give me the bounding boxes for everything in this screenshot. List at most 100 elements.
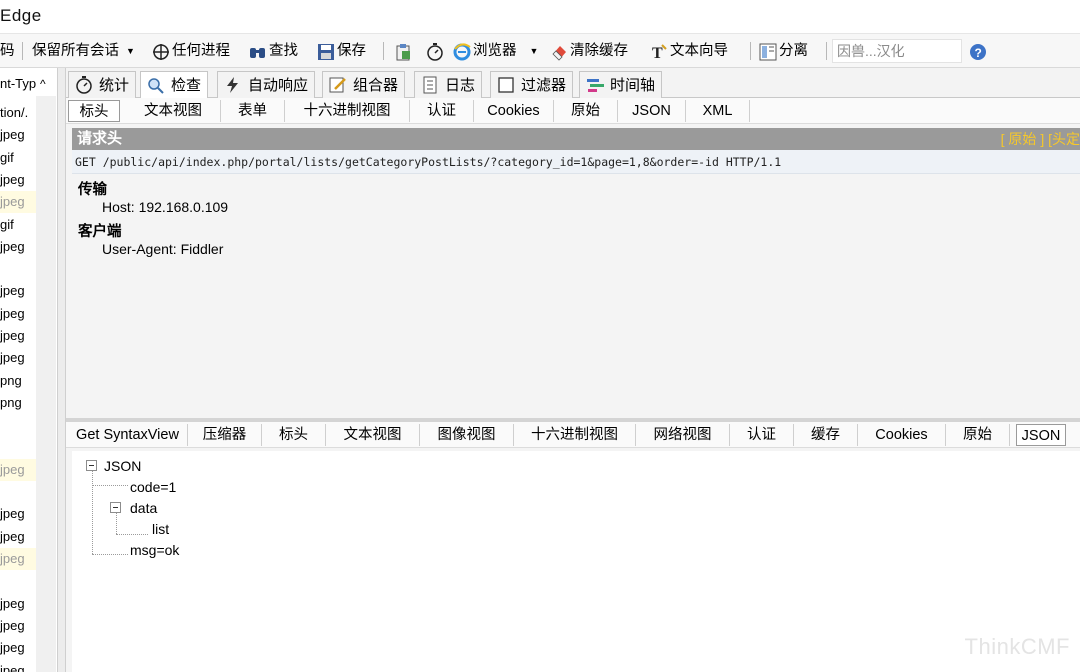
session-row[interactable]: jpeg (0, 458, 36, 481)
help-icon: ? (969, 43, 986, 60)
column-header-label: nt-Typ (0, 76, 37, 91)
header-group-client[interactable]: 客户端 (78, 220, 122, 241)
tree-connector (116, 534, 148, 535)
session-row[interactable]: jpeg (0, 593, 36, 615)
collapse-data-toggle-icon[interactable] (110, 502, 121, 513)
response-tab-get-syntaxview[interactable]: Get SyntaxView (68, 424, 188, 446)
response-tab-transformer[interactable]: 压缩器 (188, 424, 262, 446)
response-tab-imageview[interactable]: 图像视图 (420, 424, 514, 446)
browser-button[interactable]: 浏览器 ▼ (453, 41, 538, 61)
text-wizard-button[interactable]: T 文本向导 (650, 41, 728, 62)
keep-sessions-dropdown[interactable]: 保留所有会话 ▼ (32, 41, 135, 61)
session-row[interactable]: jpeg (0, 637, 36, 659)
watermark-text: ThinkCMF (964, 634, 1070, 659)
tab-statistics[interactable]: 统计 (68, 71, 137, 98)
tab-log[interactable]: 日志 (414, 71, 483, 98)
request-tab-auth[interactable]: 认证 (410, 100, 474, 122)
find-button[interactable]: 查找 (249, 41, 298, 61)
session-row[interactable]: jpeg (0, 303, 36, 325)
session-row[interactable]: jpeg (0, 503, 36, 525)
response-tab-caching[interactable]: 缓存 (794, 424, 858, 446)
clear-cache-button[interactable]: 清除缓存 (550, 41, 628, 61)
toolbar-item-code[interactable]: 码 (0, 41, 15, 61)
response-tab-raw[interactable]: 原始 (946, 424, 1010, 446)
response-tab-json[interactable]: JSON (1016, 424, 1066, 446)
eraser-icon (550, 43, 567, 61)
composer-icon (329, 76, 347, 94)
session-row[interactable]: jpeg (0, 615, 36, 637)
tree-connector (92, 485, 128, 486)
response-tab-hexview[interactable]: 十六进制视图 (514, 424, 636, 446)
session-row[interactable] (0, 570, 36, 592)
request-tab-xml[interactable]: XML (686, 100, 750, 122)
json-tree: JSON code=1 data list msg=ok (72, 451, 1080, 672)
request-tab-webforms[interactable]: 表单 (221, 100, 285, 122)
tab-autoresponder[interactable]: 自动响应 (217, 71, 316, 98)
help-button[interactable]: ? (969, 41, 986, 61)
tree-node-list[interactable]: list (152, 520, 169, 538)
save-icon (317, 43, 334, 60)
tree-node-json-root[interactable]: JSON (104, 457, 141, 475)
session-row[interactable]: gif (0, 147, 36, 169)
request-tab-hexview[interactable]: 十六进制视图 (285, 100, 410, 122)
session-row[interactable]: jpeg (0, 169, 36, 191)
collapse-json-toggle-icon[interactable] (86, 460, 97, 471)
request-tab-raw[interactable]: 原始 (554, 100, 618, 122)
session-row[interactable]: jpeg (0, 124, 36, 146)
request-tab-headers[interactable]: 标头 (68, 100, 120, 122)
header-host[interactable]: Host: 192.168.0.109 (102, 199, 228, 215)
request-tab-cookies[interactable]: Cookies (474, 100, 554, 122)
session-row[interactable]: jpeg (0, 325, 36, 347)
session-row[interactable]: png (0, 370, 36, 392)
clipboard-button[interactable] (394, 41, 411, 61)
session-row[interactable] (0, 414, 36, 436)
tree-node-code[interactable]: code=1 (130, 478, 176, 496)
any-process-button[interactable]: 任何进程 (152, 41, 230, 61)
toolbar-separator (22, 42, 23, 60)
session-list-scrollbar[interactable] (36, 96, 56, 672)
crosshair-icon (152, 43, 169, 60)
pane-splitter[interactable] (58, 68, 66, 672)
tree-connector (92, 470, 93, 554)
save-button[interactable]: 保存 (317, 41, 366, 61)
tree-node-msg[interactable]: msg=ok (130, 541, 179, 559)
session-row[interactable]: tion/. (0, 102, 36, 124)
response-json-panel: JSON code=1 data list msg=ok (66, 448, 1080, 672)
raw-header-definitions-links[interactable]: [ 原始 ] [头定 (1001, 129, 1080, 149)
content-type-column-header[interactable]: nt-Typ ^ (0, 74, 57, 96)
request-tab-json[interactable]: JSON (618, 100, 686, 122)
lightning-icon (224, 76, 242, 94)
session-list: nt-Typ ^ tion/. jpeg gif jpeg jpeg gif jpeg jpe… (0, 68, 58, 672)
response-tab-cookies[interactable]: Cookies (858, 424, 946, 446)
session-row[interactable]: jpeg (0, 347, 36, 369)
session-row[interactable]: jpeg (0, 548, 36, 570)
tab-inspectors[interactable]: 检查 (140, 71, 209, 99)
tab-timeline[interactable]: 时间轴 (579, 71, 663, 98)
tree-node-data[interactable]: data (130, 499, 157, 517)
session-row[interactable]: jpeg (0, 191, 36, 214)
session-row[interactable]: gif (0, 214, 36, 236)
response-tab-auth[interactable]: 认证 (730, 424, 794, 446)
tab-filters[interactable]: 过滤器 (490, 71, 574, 98)
quick-exec-input[interactable]: 因兽...汉化 (832, 39, 962, 63)
session-row[interactable]: jpeg (0, 236, 36, 258)
header-user-agent[interactable]: User-Agent: Fiddler (102, 241, 223, 257)
session-row[interactable]: jpeg (0, 280, 36, 302)
timer-button[interactable] (426, 41, 443, 61)
session-row[interactable]: jpeg (0, 526, 36, 548)
response-tab-textview[interactable]: 文本视图 (326, 424, 420, 446)
response-tab-webview[interactable]: 网络视图 (636, 424, 730, 446)
session-row[interactable] (0, 258, 36, 280)
timeline-icon (586, 76, 604, 94)
tab-composer[interactable]: 组合器 (322, 71, 406, 98)
header-group-transport[interactable]: 传输 (78, 178, 107, 199)
session-row[interactable] (0, 481, 36, 503)
session-row[interactable] (0, 437, 36, 459)
response-tab-headers[interactable]: 标头 (262, 424, 326, 446)
detach-button[interactable]: 分离 (759, 41, 808, 61)
session-row[interactable]: jpeg (0, 660, 36, 672)
svg-text:?: ? (975, 46, 982, 60)
tab-label: 自动响应 (248, 76, 309, 94)
request-tab-textview[interactable]: 文本视图 (126, 100, 221, 122)
session-row[interactable]: png (0, 392, 36, 414)
